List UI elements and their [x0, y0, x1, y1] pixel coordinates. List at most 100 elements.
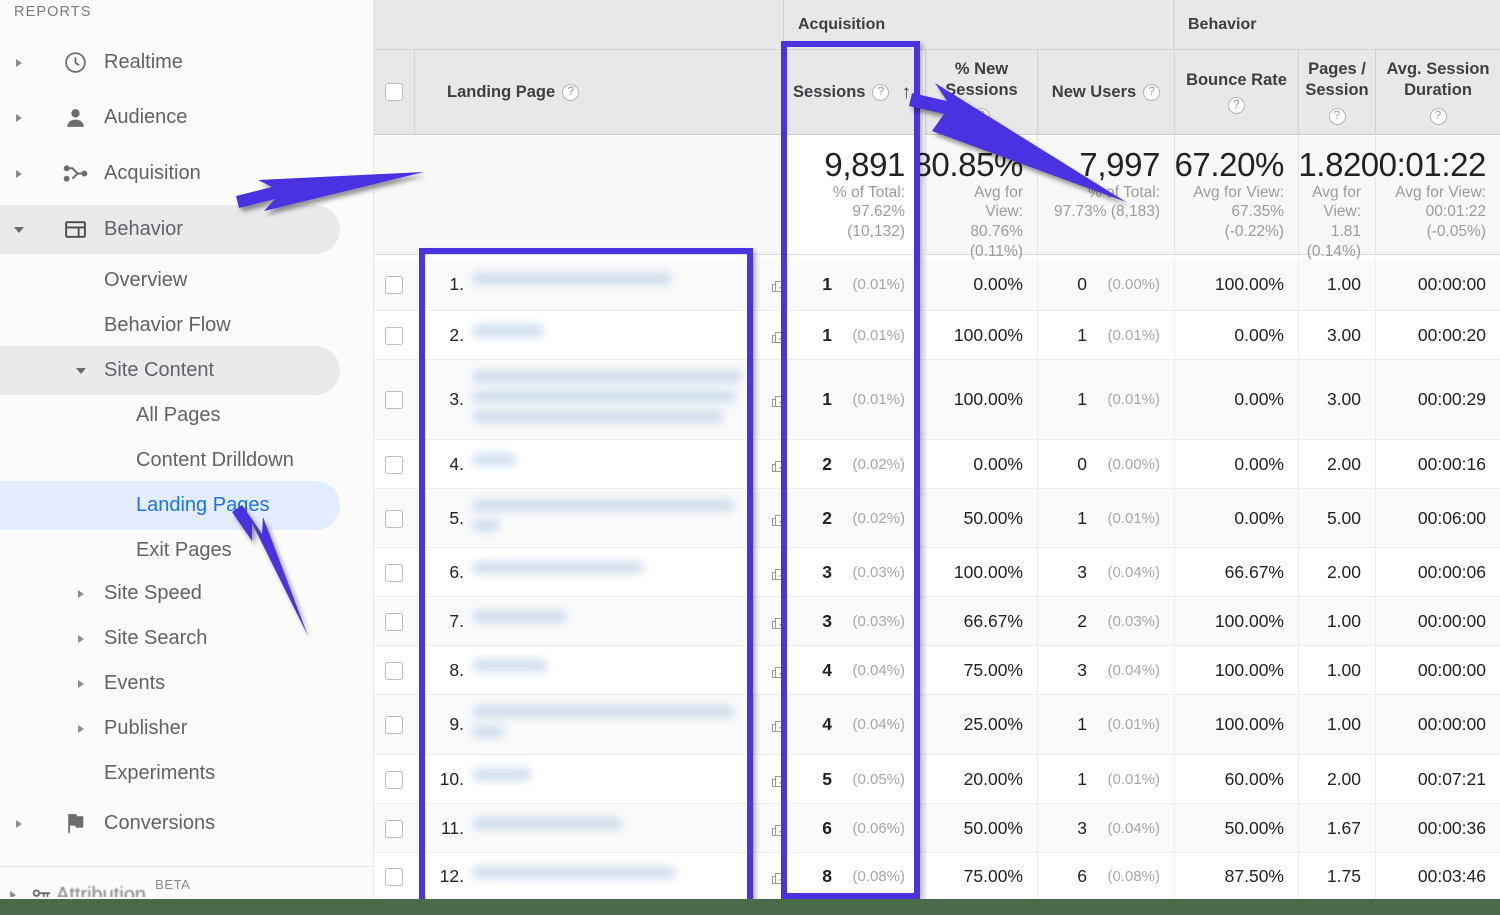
summary-sub: (-0.22%): [1224, 223, 1284, 241]
sidebar-item-attribution[interactable]: Attribution BETA: [0, 875, 373, 898]
column-header-sessions[interactable]: Sessions? ↑: [784, 50, 919, 135]
table-row[interactable]: 7. ↗ 3 (0.03%) 66.67% 2 (0.03%) 100.00% 1.00 00:0…: [374, 597, 1500, 646]
landing-page-link[interactable]: [472, 410, 724, 423]
row-checkbox[interactable]: [385, 716, 403, 734]
help-icon[interactable]: ?: [973, 107, 990, 125]
sidebar-item-label: Site Speed: [104, 582, 202, 604]
summary-sub: % of Total:: [832, 183, 905, 201]
landing-page-link[interactable]: [472, 817, 622, 830]
cell-percent: (0.06%): [852, 819, 905, 837]
row-checkbox[interactable]: [385, 563, 403, 582]
landing-page-link[interactable]: [472, 659, 548, 672]
cell-bounce-rate: 0.00%: [1174, 360, 1298, 439]
row-index: 10.: [439, 768, 464, 789]
landing-page-link[interactable]: [472, 866, 676, 879]
sidebar-item-overview[interactable]: Overview: [0, 256, 340, 305]
table-row[interactable]: 3. ↗ 1 (0.01%) 100.00% 1 (0.01%) 0.00% 3.00 00:00…: [374, 360, 1500, 440]
landing-page-link[interactable]: [472, 519, 500, 532]
row-checkbox[interactable]: [385, 326, 403, 345]
sidebar-item-publisher[interactable]: Publisher: [0, 704, 340, 753]
table-row[interactable]: 1. ↗ 1 (0.01%) 0.00% 0 (0.00%) 100.00% 1.00 00:00…: [374, 259, 1500, 311]
row-checkbox[interactable]: [385, 276, 403, 294]
sidebar-item-conversions[interactable]: Conversions: [0, 799, 340, 848]
help-icon[interactable]: ?: [1328, 107, 1346, 125]
column-header-pages-per-session[interactable]: Pages / Session?: [1298, 50, 1375, 135]
help-icon[interactable]: ?: [1143, 83, 1161, 101]
sidebar-item-acquisition[interactable]: Acquisition: [0, 149, 340, 198]
cell-value: 3: [822, 561, 832, 582]
cell-value: 100.00%: [1214, 274, 1284, 294]
landing-page-link[interactable]: [472, 499, 734, 512]
sidebar-item-label: Behavior: [104, 218, 183, 240]
landing-page-link[interactable]: [472, 561, 644, 574]
table-row[interactable]: 6. ↗ 3 (0.03%) 100.00% 3 (0.04%) 66.67% 2.00 00:0…: [374, 548, 1500, 597]
help-icon[interactable]: ?: [872, 83, 890, 101]
cell-percent: (0.01%): [852, 391, 905, 408]
landing-page-link[interactable]: [472, 768, 532, 781]
cell-sessions: 4 (0.04%): [784, 695, 919, 754]
cell-value: 50.00%: [963, 817, 1023, 838]
sidebar-item-behavior[interactable]: Behavior: [0, 205, 340, 254]
column-header-avg-session-duration[interactable]: Avg. Session Duration?: [1375, 50, 1500, 135]
row-checkbox[interactable]: [385, 391, 403, 409]
row-checkbox[interactable]: [385, 455, 403, 474]
sort-ascending-icon[interactable]: ↑: [901, 83, 911, 102]
landing-page-link[interactable]: [472, 610, 567, 623]
cell-pages-per-session: 2.00: [1298, 755, 1375, 803]
landing-page-link[interactable]: [472, 370, 742, 383]
landing-page-link[interactable]: [472, 725, 504, 738]
table-row[interactable]: 10. ↗ 5 (0.05%) 20.00% 1 (0.01%) 60.00% 2.00 00:0…: [374, 755, 1500, 804]
analytics-landing-pages-screen: REPORTS Realtime Audience Acquisition Behav…: [0, 0, 1500, 915]
column-header-pct-new-sessions[interactable]: % New Sessions?: [925, 50, 1037, 135]
table-row[interactable]: 2. ↗ 1 (0.01%) 100.00% 1 (0.01%) 0.00% 3.00 00:00…: [374, 311, 1500, 360]
row-checkbox[interactable]: [385, 819, 403, 838]
help-icon[interactable]: ?: [1228, 97, 1245, 115]
landing-page-link[interactable]: [472, 324, 544, 337]
row-checkbox[interactable]: [385, 661, 403, 680]
sidebar-item-events[interactable]: Events: [0, 659, 340, 708]
landing-page-link[interactable]: [472, 705, 734, 718]
cell-bounce-rate: 87.50%: [1174, 853, 1298, 900]
sidebar-item-site-search[interactable]: Site Search: [0, 614, 340, 663]
cell-new-users: 1 (0.01%): [1037, 360, 1174, 439]
landing-page-link[interactable]: [472, 272, 672, 285]
sidebar-item-landing-pages[interactable]: Landing Pages: [0, 481, 340, 530]
sidebar-item-exit-pages[interactable]: Exit Pages: [0, 526, 340, 575]
table-row[interactable]: 8. ↗ 4 (0.04%) 75.00% 3 (0.04%) 100.00% 1.00 00:0…: [374, 646, 1500, 695]
row-checkbox[interactable]: [385, 612, 403, 631]
cell-new-users: 1 (0.01%): [1037, 695, 1174, 754]
header-group-acquisition: Acquisition: [784, 0, 1174, 50]
table-row[interactable]: 4. ↗ 2 (0.02%) 0.00% 0 (0.00%) 0.00% 2.00 00:00:1…: [374, 440, 1500, 489]
table-row[interactable]: 5. ↗ 2 (0.02%) 50.00% 1 (0.01%) 0.00% 5.00 00:06:…: [374, 489, 1500, 548]
column-header-new-users[interactable]: New Users?: [1037, 50, 1174, 135]
summary-sub: Avg for View:: [1193, 183, 1284, 201]
sidebar-item-site-content[interactable]: Site Content: [0, 346, 340, 395]
help-icon[interactable]: ?: [562, 83, 580, 101]
column-header-landing-page[interactable]: Landing Page?: [414, 50, 820, 135]
cell-value: 100.00%: [1214, 610, 1284, 631]
cell-value: 8: [822, 866, 832, 886]
table-row[interactable]: 9. ↗ 4 (0.04%) 25.00% 1 (0.01%) 100.00% 1.00 00:0…: [374, 695, 1500, 755]
sidebar-item-audience[interactable]: Audience: [0, 93, 340, 142]
row-checkbox[interactable]: [385, 770, 403, 789]
sidebar-item-content-drilldown[interactable]: Content Drilldown: [0, 436, 340, 485]
select-all-checkbox[interactable]: [385, 83, 403, 101]
table-row[interactable]: 11. ↗ 6 (0.06%) 50.00% 3 (0.04%) 50.00% 1.67 00:0…: [374, 804, 1500, 853]
row-checkbox[interactable]: [385, 509, 403, 528]
sidebar-item-label: Attribution: [56, 883, 147, 898]
sidebar-item-realtime[interactable]: Realtime: [0, 38, 340, 87]
landing-page-link[interactable]: [472, 390, 736, 403]
column-header-label: Bounce Rate: [1186, 70, 1287, 89]
sidebar-item-site-speed[interactable]: Site Speed: [0, 569, 340, 618]
column-header-bounce-rate[interactable]: Bounce Rate?: [1174, 50, 1298, 135]
sidebar-item-all-pages[interactable]: All Pages: [0, 391, 340, 440]
row-checkbox[interactable]: [385, 868, 403, 886]
sidebar-item-label: Publisher: [104, 717, 188, 739]
landing-page-link[interactable]: [472, 453, 516, 466]
cell-bounce-rate: 100.00%: [1174, 597, 1298, 645]
sidebar-item-behavior-flow[interactable]: Behavior Flow: [0, 301, 340, 350]
help-icon[interactable]: ?: [1429, 107, 1447, 125]
cell-value: 1: [1077, 389, 1087, 409]
sidebar-item-experiments[interactable]: Experiments: [0, 749, 340, 798]
table-row[interactable]: 12. ↗ 8 (0.08%) 75.00% 6 (0.08%) 87.50% 1.75 00:0…: [374, 853, 1500, 901]
